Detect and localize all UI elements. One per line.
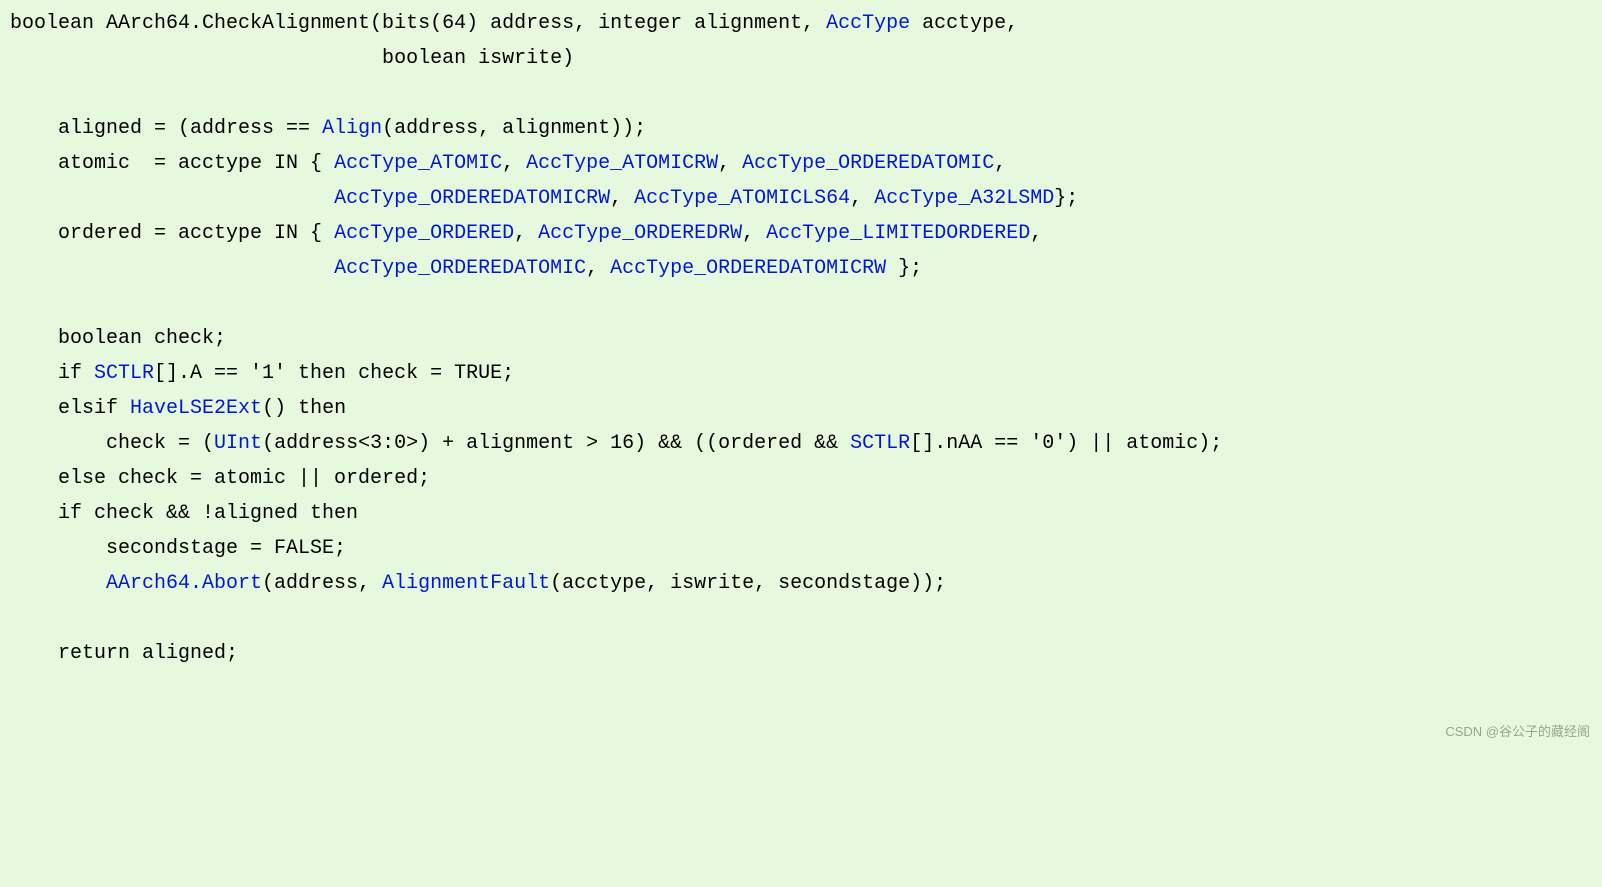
code-block: boolean AArch64.CheckAlignment(bits(64) … bbox=[10, 6, 1592, 671]
code-line: , bbox=[514, 222, 538, 245]
code-line: , bbox=[502, 152, 526, 175]
watermark-text: CSDN @谷公子的藏经阁 bbox=[1445, 721, 1590, 744]
const-ref: AccType_ORDEREDATOMICRW bbox=[334, 187, 610, 210]
const-ref: AccType_LIMITEDORDERED bbox=[766, 222, 1030, 245]
code-line: , bbox=[586, 257, 610, 280]
const-ref: AccType_A32LSMD bbox=[874, 187, 1054, 210]
const-ref: AccType_ORDERED bbox=[334, 222, 514, 245]
func-ref: UInt bbox=[214, 432, 262, 455]
func-ref: Align bbox=[322, 117, 382, 140]
code-line: , bbox=[718, 152, 742, 175]
code-line: boolean iswrite) bbox=[10, 47, 574, 70]
code-line: , bbox=[742, 222, 766, 245]
code-line: aligned = (address == bbox=[10, 117, 322, 140]
reg-ref: SCTLR bbox=[94, 362, 154, 385]
const-ref: AccType_ORDEREDATOMICRW bbox=[610, 257, 886, 280]
code-line: atomic = acctype IN { bbox=[10, 152, 334, 175]
code-line: boolean AArch64.CheckAlignment(bits(64) … bbox=[10, 12, 826, 35]
blank-line bbox=[10, 292, 22, 315]
blank-line bbox=[10, 607, 22, 630]
func-ref: AArch64.Abort bbox=[106, 572, 262, 595]
code-line: , bbox=[850, 187, 874, 210]
code-line: if bbox=[10, 362, 94, 385]
type-ref: AccType bbox=[826, 12, 910, 35]
func-ref: AlignmentFault bbox=[382, 572, 550, 595]
const-ref: AccType_ATOMIC bbox=[334, 152, 502, 175]
code-line: [].nAA == '0') || atomic); bbox=[910, 432, 1222, 455]
code-line: (address, alignment)); bbox=[382, 117, 646, 140]
code-line: secondstage = FALSE; bbox=[10, 537, 346, 560]
const-ref: AccType_ORDEREDATOMIC bbox=[334, 257, 586, 280]
const-ref: AccType_ATOMICLS64 bbox=[634, 187, 850, 210]
code-line: (acctype, iswrite, secondstage)); bbox=[550, 572, 946, 595]
const-ref: AccType_ORDEREDATOMIC bbox=[742, 152, 994, 175]
code-line: if check && !aligned then bbox=[10, 502, 358, 525]
func-ref: HaveLSE2Ext bbox=[130, 397, 262, 420]
reg-ref: SCTLR bbox=[850, 432, 910, 455]
code-line: , bbox=[1030, 222, 1042, 245]
code-line: check = ( bbox=[10, 432, 214, 455]
code-line: }; bbox=[1054, 187, 1078, 210]
code-line: (address, bbox=[262, 572, 382, 595]
const-ref: AccType_ORDEREDRW bbox=[538, 222, 742, 245]
code-line: (address<3:0>) + alignment > 16) && ((or… bbox=[262, 432, 850, 455]
code-line: () then bbox=[262, 397, 346, 420]
code-line: acctype, bbox=[910, 12, 1018, 35]
code-line: , bbox=[994, 152, 1006, 175]
code-line: boolean check; bbox=[10, 327, 226, 350]
blank-line bbox=[10, 82, 22, 105]
code-line: else check = atomic || ordered; bbox=[10, 467, 430, 490]
code-line: elsif bbox=[10, 397, 130, 420]
code-line: return aligned; bbox=[10, 642, 238, 665]
const-ref: AccType_ATOMICRW bbox=[526, 152, 718, 175]
code-line: }; bbox=[886, 257, 922, 280]
code-line bbox=[10, 257, 334, 280]
code-line bbox=[10, 187, 334, 210]
code-line: ordered = acctype IN { bbox=[10, 222, 334, 245]
code-line: , bbox=[610, 187, 634, 210]
code-line: [].A == '1' then check = TRUE; bbox=[154, 362, 514, 385]
code-line bbox=[10, 572, 106, 595]
